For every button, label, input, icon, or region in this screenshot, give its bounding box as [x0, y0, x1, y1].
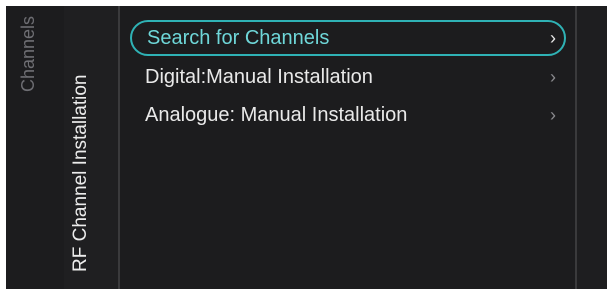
tv-settings-screen: Channels RF Channel Installation Search … — [6, 6, 607, 289]
chevron-right-icon: › — [550, 105, 556, 125]
menu-item-label: Search for Channels — [147, 27, 330, 49]
menu-item-label: Digital:Manual Installation — [145, 66, 373, 88]
chevron-right-icon: › — [550, 67, 556, 87]
menu-item-analogue-manual-installation[interactable]: Analogue: Manual Installation › — [130, 96, 566, 134]
breadcrumb-channels-label: Channels — [18, 15, 38, 92]
breadcrumb-rf-installation-label: RF Channel Installation — [70, 74, 91, 273]
installation-menu: Search for Channels › Digital:Manual Ins… — [130, 20, 566, 134]
breadcrumb-channels-column[interactable]: Channels — [6, 6, 64, 289]
submenu-panel — [577, 6, 607, 289]
menu-item-label: Analogue: Manual Installation — [145, 104, 408, 126]
column-divider — [118, 6, 120, 289]
menu-item-digital-manual-installation[interactable]: Digital:Manual Installation › — [130, 58, 566, 96]
menu-item-search-for-channels[interactable]: Search for Channels › — [130, 20, 566, 56]
chevron-right-icon: › — [550, 28, 556, 48]
